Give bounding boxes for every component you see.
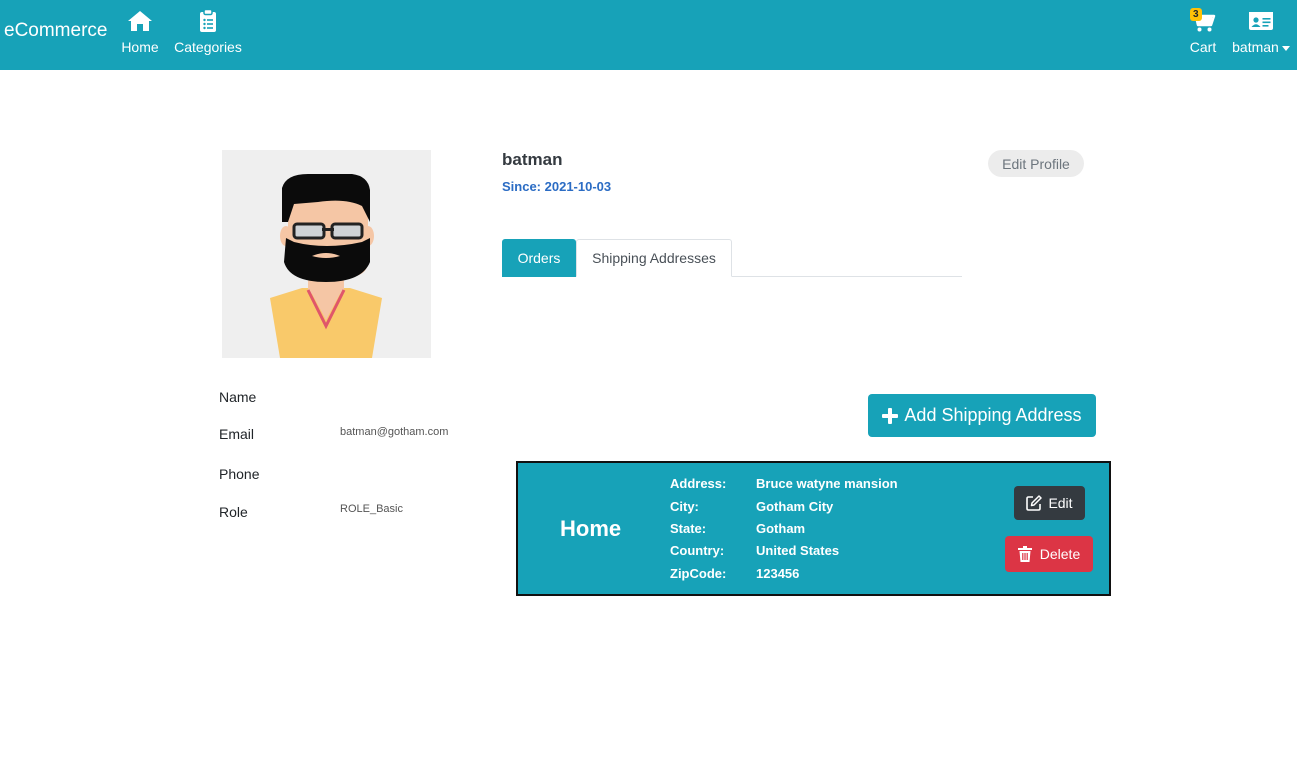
nav-user-dropdown[interactable]: batman [1228,8,1294,56]
tab-shipping-addresses[interactable]: Shipping Addresses [576,239,732,277]
name-label: Name [219,389,257,405]
address-card-title: Home [560,516,622,541]
nav-categories[interactable]: Categories [172,8,244,56]
edit-profile-button[interactable]: Edit Profile [988,150,1084,177]
nav-cart[interactable]: 3 Cart [1185,8,1221,56]
top-navbar: eCommerce Home Categories 3 Cart batman [0,0,1297,70]
role-value: ROLE_Basic [340,503,403,515]
member-since: Since: 2021-10-03 [502,179,612,194]
tab-orders[interactable]: Orders [502,239,576,277]
edit-address-label: Edit [1048,495,1073,511]
state-label: State: [670,521,707,536]
city-value: Gotham City [756,499,834,514]
add-shipping-address-label: Add Shipping Address [904,405,1082,425]
phone-label: Phone [219,466,260,482]
zipcode-value: 123456 [756,566,800,581]
chevron-down-icon [1281,45,1290,51]
city-label: City: [670,499,699,514]
brand-logo[interactable]: eCommerce [4,20,107,42]
id-card-icon [1249,12,1273,30]
nav-user-label: batman [1228,38,1294,56]
delete-address-label: Delete [1039,546,1081,562]
email-label: Email [219,426,255,442]
edit-address-button[interactable]: Edit [1014,486,1085,520]
delete-address-button[interactable]: Delete [1005,536,1093,572]
trash-icon [1017,546,1032,562]
nav-home-label: Home [121,39,159,55]
address-card: Home Address: Bruce watyne mansion City:… [516,461,1111,596]
zipcode-label: ZipCode: [670,566,727,581]
nav-home[interactable]: Home [118,8,162,56]
edit-icon [1026,495,1043,511]
state-value: Gotham [756,521,806,536]
avatar [222,150,431,358]
cart-count-badge: 3 [1190,8,1202,21]
address-value: Bruce watyne mansion [756,476,898,491]
add-shipping-address-button[interactable]: Add Shipping Address [868,394,1096,437]
nav-cart-label: Cart [1189,39,1217,55]
country-value: United States [756,543,840,558]
address-label: Address: [670,476,727,491]
email-value: batman@gotham.com [340,426,449,438]
home-icon [128,11,152,31]
avatar-illustration [222,150,431,358]
nav-categories-label: Categories [174,39,242,55]
profile-username: batman [502,150,563,169]
plus-icon [882,407,899,424]
clipboard-list-icon [200,8,216,32]
role-label: Role [219,504,248,520]
country-label: Country: [670,543,725,558]
